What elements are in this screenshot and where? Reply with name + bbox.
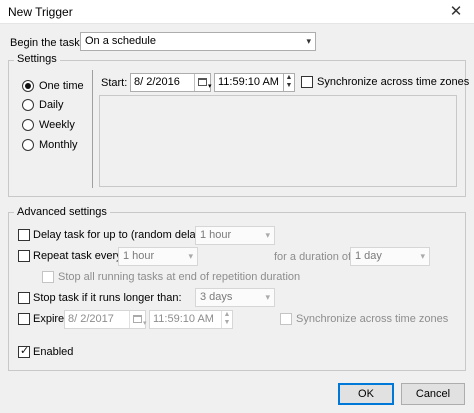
window-title: New Trigger <box>8 5 73 19</box>
advanced-settings-title: Advanced settings <box>14 206 110 218</box>
begin-task-label: Begin the task: <box>10 37 83 49</box>
enabled-label: Enabled <box>33 346 74 358</box>
expire-date-picker[interactable]: 8/ 2/2017 ▾ <box>64 310 147 329</box>
radio-button[interactable] <box>22 80 34 92</box>
stop-task-checkbox[interactable] <box>18 292 30 304</box>
spin-up-icon[interactable]: ▲ <box>222 311 232 319</box>
start-label: Start: <box>101 77 128 89</box>
expire-checkbox[interactable] <box>18 313 30 325</box>
duration-label: for a duration of: <box>274 251 355 263</box>
radio-label: Weekly <box>39 119 75 131</box>
cancel-button[interactable]: Cancel <box>401 383 465 405</box>
delay-task-label: Delay task for up to (random delay): <box>33 229 208 241</box>
ok-button[interactable]: OK <box>338 383 394 405</box>
time-spinner[interactable]: ▲ ▼ <box>283 74 294 91</box>
delay-value: 1 hour <box>200 229 232 241</box>
radio-button[interactable] <box>22 139 34 151</box>
chevron-down-icon: ▾ <box>265 230 270 240</box>
calendar-icon <box>198 78 207 86</box>
stop-all-tasks-checkbox[interactable] <box>42 271 54 283</box>
repeat-task-checkbox[interactable] <box>18 250 30 262</box>
close-icon[interactable]: ✕ <box>438 0 474 24</box>
radio-button[interactable] <box>22 99 34 111</box>
radio-button[interactable] <box>22 119 34 131</box>
start-date-value: 8/ 2/2016 <box>134 76 180 88</box>
radio-label: Daily <box>39 99 64 111</box>
chevron-down-icon: ▾ <box>306 36 311 46</box>
time-spinner[interactable]: ▲ ▼ <box>221 311 232 328</box>
chevron-down-icon: ▾ <box>265 292 270 302</box>
calendar-icon <box>133 315 142 323</box>
enabled-checkbox[interactable] <box>18 344 30 358</box>
begin-task-dropdown[interactable]: On a schedule ▾ <box>80 32 316 51</box>
expire-time-field[interactable]: 11:59:10 AM ▲ ▼ <box>149 310 233 329</box>
start-time-value: 11:59:10 AM <box>218 76 279 88</box>
repeat-task-label: Repeat task every: <box>33 250 125 262</box>
settings-separator <box>92 70 93 188</box>
spin-down-icon[interactable]: ▼ <box>222 319 232 327</box>
repeat-interval-dropdown[interactable]: 1 hour ▾ <box>118 247 198 266</box>
radio-monthly[interactable]: Monthly <box>22 139 92 153</box>
radio-label: Monthly <box>39 139 78 151</box>
expire-time-value: 11:59:10 AM <box>153 313 214 325</box>
sync-timezones-checkbox[interactable] <box>301 76 313 88</box>
radio-one-time[interactable]: One time <box>22 80 92 94</box>
expire-label: Expire: <box>33 313 68 325</box>
stop-task-duration-value: 3 days <box>200 291 233 303</box>
recurrence-panel <box>99 95 457 187</box>
duration-value: 1 day <box>355 250 382 262</box>
stop-task-duration-dropdown[interactable]: 3 days ▾ <box>195 288 275 307</box>
chevron-down-icon: ▾ <box>208 83 212 90</box>
calendar-dropdown[interactable]: ▾ <box>194 74 212 91</box>
calendar-dropdown[interactable]: ▾ <box>129 311 147 328</box>
expire-sync-timezones-label: Synchronize across time zones <box>296 313 449 325</box>
chevron-down-icon: ▾ <box>143 320 147 327</box>
spin-up-icon[interactable]: ▲ <box>284 74 294 82</box>
radio-label: One time <box>39 80 84 92</box>
sync-timezones-label: Synchronize across time zones <box>317 76 470 88</box>
radio-weekly[interactable]: Weekly <box>22 119 92 133</box>
stop-all-tasks-label: Stop all running tasks at end of repetit… <box>58 271 301 283</box>
settings-group-title: Settings <box>14 53 60 65</box>
repeat-interval-value: 1 hour <box>123 250 155 262</box>
title-bar: New Trigger ✕ <box>0 0 474 24</box>
expire-date-value: 8/ 2/2017 <box>68 313 114 325</box>
delay-dropdown[interactable]: 1 hour ▾ <box>195 226 275 245</box>
chevron-down-icon: ▾ <box>420 251 425 261</box>
duration-dropdown[interactable]: 1 day ▾ <box>350 247 430 266</box>
radio-daily[interactable]: Daily <box>22 99 92 113</box>
begin-task-value: On a schedule <box>85 35 156 47</box>
start-date-picker[interactable]: 8/ 2/2016 ▾ <box>130 73 212 92</box>
expire-sync-timezones-checkbox[interactable] <box>280 313 292 325</box>
chevron-down-icon: ▾ <box>188 251 193 261</box>
start-time-field[interactable]: 11:59:10 AM ▲ ▼ <box>214 73 295 92</box>
delay-task-checkbox[interactable] <box>18 229 30 241</box>
spin-down-icon[interactable]: ▼ <box>284 82 294 90</box>
stop-task-label: Stop task if it runs longer than: <box>33 292 182 304</box>
